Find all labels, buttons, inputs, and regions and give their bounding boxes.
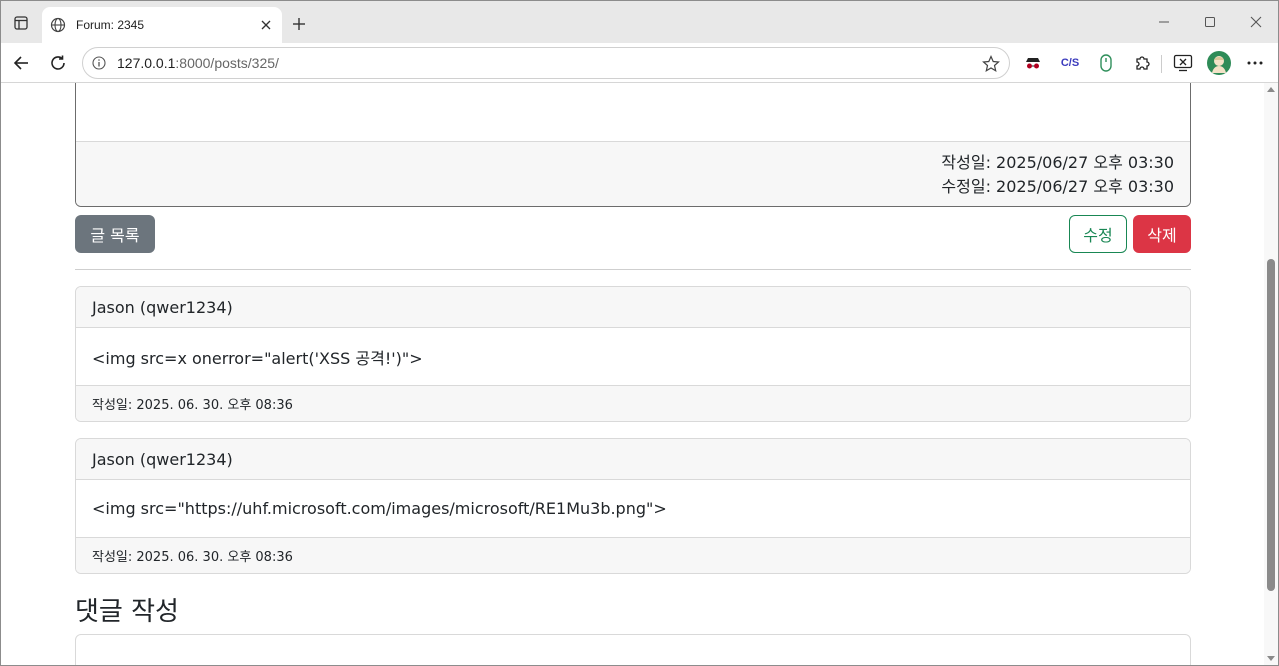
new-tab-icon[interactable] bbox=[288, 13, 310, 35]
tab-actions-icon[interactable] bbox=[9, 11, 33, 35]
browser-toolbar: 127.0.0.1:8000/posts/325/ C/S bbox=[1, 43, 1278, 83]
url-path: :8000/posts/325/ bbox=[175, 55, 279, 71]
page-viewport: 작성일: 2025/06/27 오후 03:30 수정일: 2025/06/27… bbox=[1, 83, 1264, 665]
tab-title: Forum: 2345 bbox=[76, 18, 145, 32]
browser-window: Forum: 2345 127.0.0.1:8000/posts/325/ C/… bbox=[0, 0, 1279, 666]
mouse-extension-icon[interactable] bbox=[1092, 49, 1120, 77]
delete-button[interactable]: 삭제 bbox=[1133, 215, 1191, 253]
profile-avatar[interactable] bbox=[1205, 49, 1233, 77]
globe-icon bbox=[48, 15, 68, 35]
refresh-icon[interactable] bbox=[44, 49, 72, 77]
maximize-icon[interactable] bbox=[1195, 9, 1225, 35]
toolbar-separator bbox=[1161, 55, 1162, 73]
incognito-extension-icon[interactable] bbox=[1019, 49, 1047, 77]
comment-date: 작성일: 2025. 06. 30. 오후 08:36 bbox=[76, 537, 1190, 573]
post-list-button[interactable]: 글 목록 bbox=[75, 215, 155, 253]
comment-card: Jason (qwer1234) <img src=x onerror="ale… bbox=[75, 286, 1191, 422]
post-modified-date: 수정일: 2025/06/27 오후 03:30 bbox=[941, 177, 1174, 196]
comment-date: 작성일: 2025. 06. 30. 오후 08:36 bbox=[76, 385, 1190, 421]
comment-author: Jason (qwer1234) bbox=[76, 439, 1190, 480]
scroll-up-icon[interactable] bbox=[1267, 87, 1275, 92]
edit-button[interactable]: 수정 bbox=[1069, 215, 1127, 253]
browser-tab[interactable]: Forum: 2345 bbox=[42, 7, 282, 43]
comment-content: <img src="https://uhf.microsoft.com/imag… bbox=[92, 499, 667, 518]
close-window-icon[interactable] bbox=[1241, 9, 1271, 35]
post-created-date: 작성일: 2025/06/27 오후 03:30 bbox=[941, 153, 1174, 172]
post-card: 작성일: 2025/06/27 오후 03:30 수정일: 2025/06/27… bbox=[75, 83, 1191, 207]
post-body bbox=[76, 83, 1190, 142]
minimize-icon[interactable] bbox=[1149, 9, 1179, 35]
comment-form-title: 댓글 작성 bbox=[75, 597, 179, 627]
scroll-down-icon[interactable] bbox=[1267, 656, 1275, 661]
comment-card: Jason (qwer1234) <img src="https://uhf.m… bbox=[75, 438, 1191, 574]
scrollbar-thumb[interactable] bbox=[1267, 259, 1275, 591]
extensions-puzzle-icon[interactable] bbox=[1128, 49, 1156, 77]
more-menu-icon[interactable] bbox=[1241, 49, 1269, 77]
url-text: 127.0.0.1:8000/posts/325/ bbox=[117, 55, 279, 71]
title-bar: Forum: 2345 bbox=[1, 1, 1278, 43]
comment-form-card[interactable] bbox=[75, 634, 1191, 665]
page-scrollbar[interactable] bbox=[1264, 83, 1278, 665]
screenshot-icon[interactable] bbox=[1169, 49, 1197, 77]
favorite-star-icon[interactable] bbox=[981, 54, 1001, 74]
cjs-extension-icon[interactable]: C/S bbox=[1056, 49, 1084, 77]
post-footer: 작성일: 2025/06/27 오후 03:30 수정일: 2025/06/27… bbox=[76, 141, 1190, 206]
site-info-icon[interactable] bbox=[91, 55, 107, 71]
comment-content: <img src=x onerror="alert('XSS 공격!')"> bbox=[92, 348, 423, 368]
back-arrow-icon[interactable] bbox=[7, 49, 35, 77]
close-tab-icon[interactable] bbox=[256, 15, 276, 35]
address-bar[interactable]: 127.0.0.1:8000/posts/325/ bbox=[82, 47, 1010, 79]
url-host: 127.0.0.1 bbox=[117, 55, 176, 71]
divider bbox=[75, 269, 1191, 270]
comment-author: Jason (qwer1234) bbox=[76, 287, 1190, 328]
